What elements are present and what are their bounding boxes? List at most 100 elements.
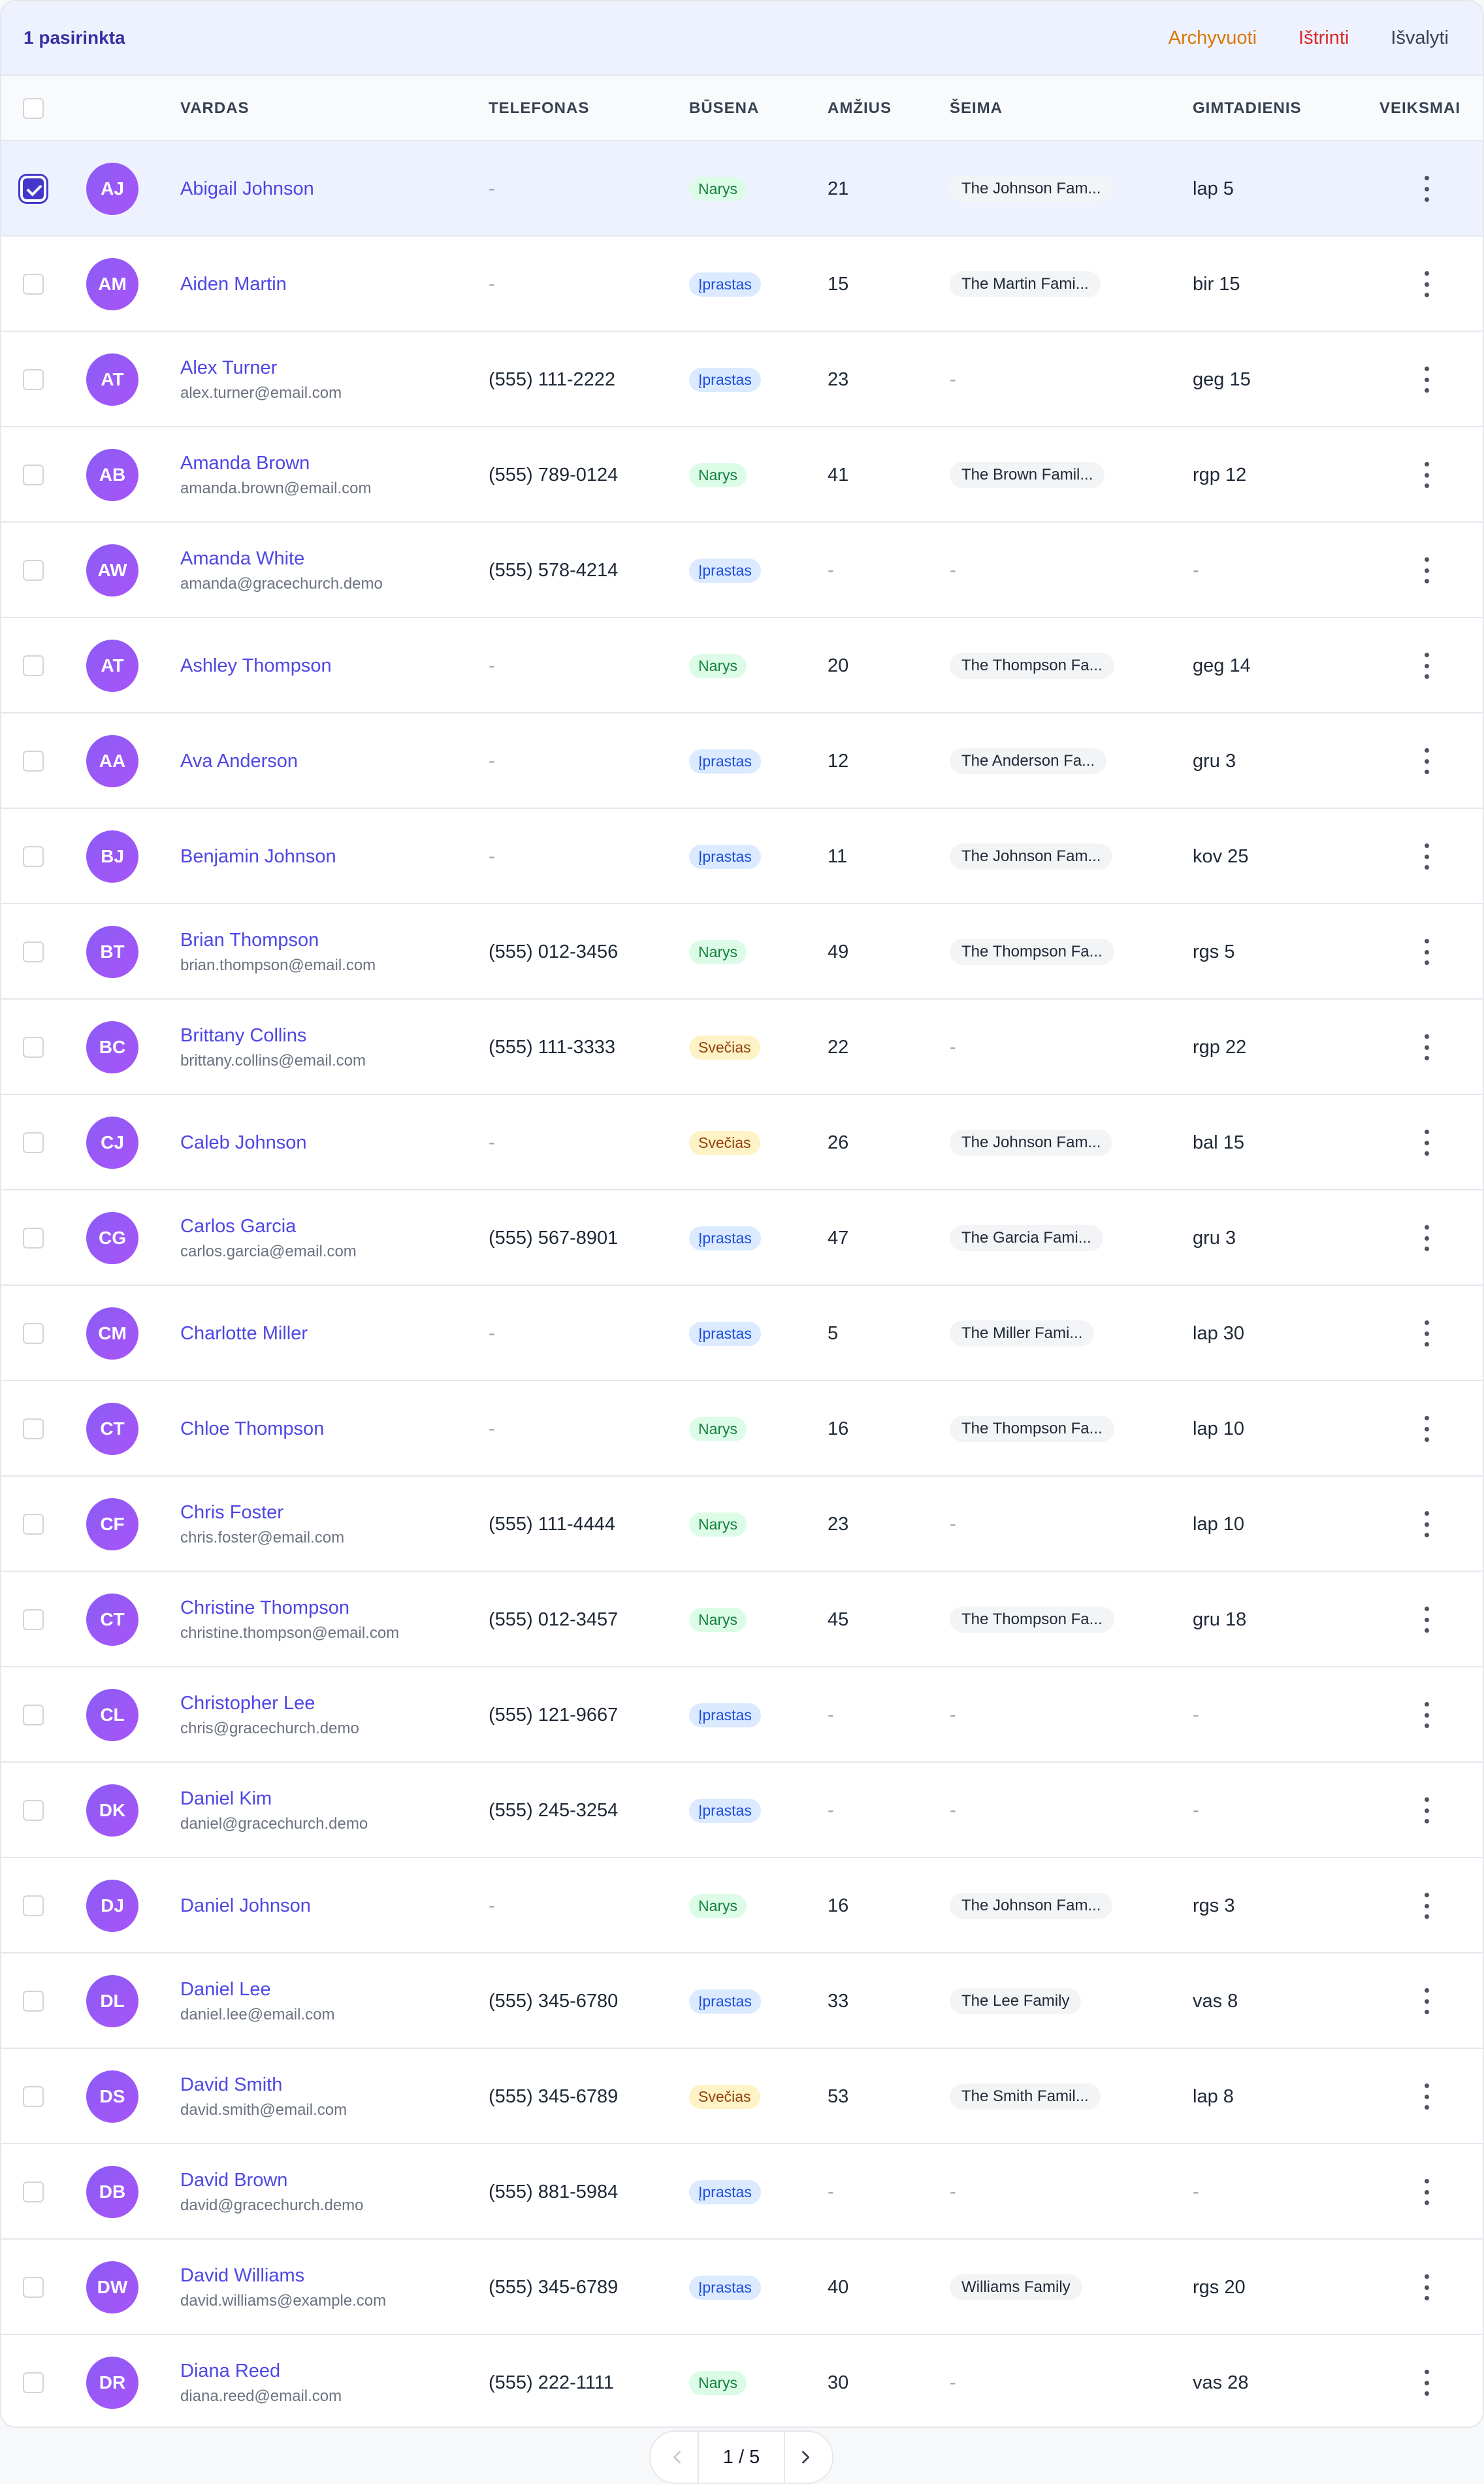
person-name-link[interactable]: Chloe Thompson <box>180 1418 324 1440</box>
row-checkbox[interactable] <box>23 655 44 676</box>
select-all-checkbox[interactable] <box>23 98 44 119</box>
table-row[interactable]: DW David Williams david.williams@example.c… <box>1 2240 1483 2335</box>
family-chip[interactable]: The Thompson Fa... <box>950 939 1114 965</box>
row-checkbox[interactable] <box>23 1705 44 1725</box>
family-chip[interactable]: The Johnson Fam... <box>950 843 1113 870</box>
person-name-link[interactable]: Amanda Brown <box>180 453 372 474</box>
row-checkbox[interactable] <box>23 846 44 867</box>
person-name-link[interactable]: Abigail Johnson <box>180 178 314 200</box>
row-actions-kebab-icon[interactable] <box>1419 1893 1434 1919</box>
row-checkbox[interactable] <box>23 2086 44 2107</box>
family-chip[interactable]: The Thompson Fa... <box>950 1416 1114 1442</box>
table-row[interactable]: DK Daniel Kim daniel@gracechurch.demo (555)… <box>1 1763 1483 1858</box>
table-row[interactable]: AT Ashley Thompson - Narys 20 The Thompson Fa… <box>1 618 1483 713</box>
row-checkbox[interactable] <box>23 941 44 962</box>
family-chip[interactable]: The Garcia Fami... <box>950 1225 1103 1251</box>
row-checkbox[interactable] <box>23 560 44 581</box>
table-row[interactable]: CM Charlotte Miller - Įprastas 5 The Miller F… <box>1 1286 1483 1381</box>
person-name-link[interactable]: Daniel Johnson <box>180 1895 311 1917</box>
family-chip[interactable]: The Thompson Fa... <box>950 1607 1114 1633</box>
table-row[interactable]: CG Carlos Garcia carlos.garcia@email.com (5… <box>1 1190 1483 1286</box>
person-name-link[interactable]: Chris Foster <box>180 1502 344 1524</box>
person-name-link[interactable]: Aiden Martin <box>180 274 287 295</box>
family-chip[interactable]: The Thompson Fa... <box>950 653 1114 679</box>
table-row[interactable]: CL Christopher Lee chris@gracechurch.demo (… <box>1 1667 1483 1763</box>
row-actions-kebab-icon[interactable] <box>1419 1797 1434 1823</box>
row-checkbox[interactable] <box>23 1132 44 1153</box>
table-row[interactable]: CT Christine Thompson christine.thompson@e… <box>1 1572 1483 1667</box>
row-actions-kebab-icon[interactable] <box>1419 1988 1434 2014</box>
family-chip[interactable]: The Martin Fami... <box>950 271 1101 297</box>
person-name-link[interactable]: Alex Turner <box>180 357 342 379</box>
row-actions-kebab-icon[interactable] <box>1419 271 1434 297</box>
family-chip[interactable]: The Anderson Fa... <box>950 748 1107 774</box>
family-chip[interactable]: The Lee Family <box>950 1988 1082 2014</box>
column-header-phone[interactable]: TELEFONAS <box>489 76 589 141</box>
person-name-link[interactable]: Brittany Collins <box>180 1025 366 1047</box>
table-row[interactable]: DL Daniel Lee daniel.lee@email.com (555) 34… <box>1 1953 1483 2049</box>
row-checkbox[interactable] <box>23 751 44 772</box>
family-chip[interactable]: The Smith Famil... <box>950 2084 1101 2110</box>
table-row[interactable]: AT Alex Turner alex.turner@email.com (555) … <box>1 332 1483 427</box>
table-row[interactable]: DJ Daniel Johnson - Narys 16 The Johnson Fam.… <box>1 1858 1483 1953</box>
row-checkbox[interactable] <box>23 1228 44 1249</box>
person-name-link[interactable]: Daniel Lee <box>180 1979 334 2001</box>
table-row[interactable]: BC Brittany Collins brittany.collins@email… <box>1 1000 1483 1095</box>
row-checkbox[interactable] <box>23 274 44 295</box>
next-page-button[interactable] <box>785 2437 826 2477</box>
row-actions-kebab-icon[interactable] <box>1419 1416 1434 1442</box>
row-checkbox[interactable] <box>23 465 44 485</box>
row-actions-kebab-icon[interactable] <box>1419 1034 1434 1060</box>
column-header-birthday[interactable]: GIMTADIENIS <box>1193 76 1302 141</box>
family-chip[interactable]: The Johnson Fam... <box>950 1893 1113 1919</box>
row-actions-kebab-icon[interactable] <box>1419 462 1434 488</box>
table-row[interactable]: DR Diana Reed diana.reed@email.com (555) 22… <box>1 2335 1483 2427</box>
row-actions-kebab-icon[interactable] <box>1419 176 1434 202</box>
prev-page-button[interactable] <box>657 2437 698 2477</box>
family-chip[interactable]: The Brown Famil... <box>950 462 1105 488</box>
person-name-link[interactable]: Benjamin Johnson <box>180 846 336 868</box>
row-actions-kebab-icon[interactable] <box>1419 939 1434 965</box>
row-actions-kebab-icon[interactable] <box>1419 2084 1434 2110</box>
person-name-link[interactable]: Diana Reed <box>180 2361 342 2382</box>
person-name-link[interactable]: Daniel Kim <box>180 1788 368 1810</box>
table-row[interactable]: BJ Benjamin Johnson - Įprastas 11 The Johnson… <box>1 809 1483 904</box>
table-row[interactable]: DB David Brown david@gracechurch.demo (555)… <box>1 2144 1483 2240</box>
person-name-link[interactable]: Christopher Lee <box>180 1693 359 1714</box>
row-actions-kebab-icon[interactable] <box>1419 843 1434 870</box>
person-name-link[interactable]: Brian Thompson <box>180 930 376 951</box>
row-checkbox[interactable] <box>23 1418 44 1439</box>
person-name-link[interactable]: David Williams <box>180 2265 386 2287</box>
person-name-link[interactable]: Caleb Johnson <box>180 1132 306 1154</box>
row-actions-kebab-icon[interactable] <box>1419 653 1434 679</box>
table-row[interactable]: AJ Abigail Johnson - Narys 21 The Johnson Fam… <box>1 141 1483 237</box>
table-row[interactable]: CJ Caleb Johnson - Svečias 26 The Johnson Fam… <box>1 1095 1483 1190</box>
row-actions-kebab-icon[interactable] <box>1419 367 1434 393</box>
delete-button[interactable]: Ištrinti <box>1278 27 1370 49</box>
person-name-link[interactable]: David Smith <box>180 2074 347 2096</box>
row-actions-kebab-icon[interactable] <box>1419 1130 1434 1156</box>
row-actions-kebab-icon[interactable] <box>1419 1511 1434 1537</box>
table-row[interactable]: CF Chris Foster chris.foster@email.com (555… <box>1 1477 1483 1572</box>
column-header-family[interactable]: ŠEIMA <box>950 76 1003 141</box>
column-header-status[interactable]: BŪSENA <box>689 76 759 141</box>
row-actions-kebab-icon[interactable] <box>1419 748 1434 774</box>
table-row[interactable]: DS David Smith david.smith@email.com (555) … <box>1 2049 1483 2144</box>
row-checkbox[interactable] <box>23 1800 44 1821</box>
table-row[interactable]: AB Amanda Brown amanda.brown@email.com (555… <box>1 427 1483 523</box>
row-checkbox[interactable] <box>23 1895 44 1916</box>
table-row[interactable]: AM Aiden Martin - Įprastas 15 The Martin Fami… <box>1 237 1483 332</box>
column-header-name[interactable]: VARDAS <box>180 76 250 141</box>
row-checkbox[interactable] <box>23 369 44 390</box>
row-actions-kebab-icon[interactable] <box>1419 1320 1434 1347</box>
row-actions-kebab-icon[interactable] <box>1419 557 1434 583</box>
row-actions-kebab-icon[interactable] <box>1419 2179 1434 2205</box>
family-chip[interactable]: The Johnson Fam... <box>950 1130 1113 1156</box>
row-checkbox[interactable] <box>23 1514 44 1535</box>
row-checkbox[interactable] <box>23 2182 44 2202</box>
row-actions-kebab-icon[interactable] <box>1419 2274 1434 2300</box>
row-checkbox[interactable] <box>23 2372 44 2393</box>
person-name-link[interactable]: Charlotte Miller <box>180 1323 308 1345</box>
row-checkbox[interactable] <box>23 1037 44 1058</box>
person-name-link[interactable]: Ava Anderson <box>180 751 298 772</box>
